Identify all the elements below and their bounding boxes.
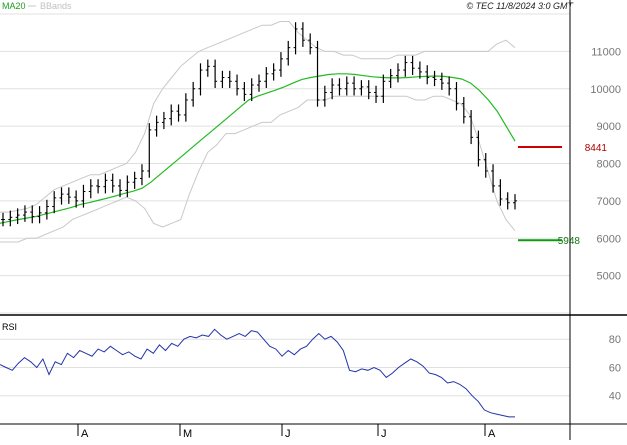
copyright-text: © TEC 11/8/2024 3:0 GMT — [466, 1, 574, 11]
rsi-panel — [0, 328, 515, 418]
y-tick-label: 7000 — [597, 196, 621, 208]
y-tick-label: 9000 — [597, 121, 621, 133]
chart-frame — [0, 0, 627, 440]
rsi-line — [0, 328, 515, 418]
price-levels: 8441 5948 — [518, 143, 607, 247]
stock-chart: 5000 6000 7000 8000 9000 10000 11000 80 60 40 A M J J… — [0, 0, 627, 440]
ma20-legend-label: MA20 — [2, 1, 26, 11]
bb-lower-line — [0, 95, 516, 243]
y-tick-label: 5000 — [597, 271, 621, 283]
bollinger-bands — [0, 21, 516, 243]
resistance-label: 8441 — [585, 143, 608, 154]
rsi-label: RSI — [2, 322, 17, 332]
chart-canvas: 5000 6000 7000 8000 9000 10000 11000 80 60 40 A M J J… — [0, 0, 627, 440]
bb-upper-line — [0, 21, 516, 213]
rsi-tick-label: 60 — [609, 362, 621, 374]
x-tick-label: J — [381, 428, 387, 440]
rsi-tick-label: 40 — [609, 391, 621, 403]
y-tick-label: 8000 — [597, 159, 621, 171]
price-bars — [1, 22, 517, 227]
bbands-legend-label: BBands — [40, 1, 72, 11]
rsi-tick-label: 80 — [609, 334, 621, 346]
x-tick-label: J — [285, 428, 291, 440]
x-tick-label: A — [81, 428, 89, 440]
support-label: 5948 — [558, 236, 581, 247]
y-tick-label: 11000 — [591, 46, 621, 58]
y-tick-label: 6000 — [597, 233, 621, 245]
y-tick-label: 10000 — [590, 84, 621, 96]
x-tick-label: A — [488, 428, 496, 440]
x-tick-label: M — [183, 428, 192, 440]
